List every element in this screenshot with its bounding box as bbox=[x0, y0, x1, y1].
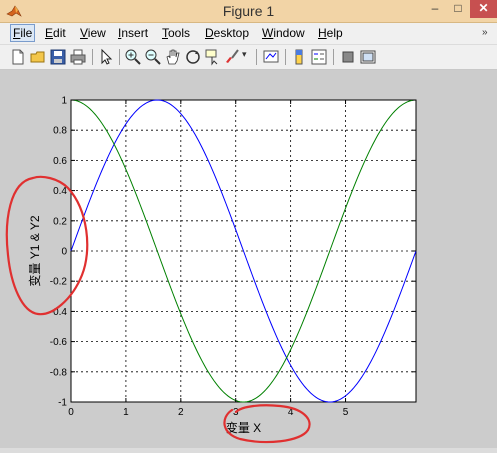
window-title: Figure 1 bbox=[222, 3, 275, 19]
menu-file[interactable]: File bbox=[10, 24, 36, 42]
y-tick-label: 0.6 bbox=[53, 156, 67, 167]
title-bar: Figure 1 – □ ✕ bbox=[0, 0, 497, 23]
menu-file-label: ile bbox=[20, 26, 33, 40]
figure-canvas: 012345 1 0.8 0.6 0.4 0.2 0 -0.2 -0.4 -0.6 -0.8 -1 … bbox=[0, 70, 497, 448]
menu-view[interactable]: View bbox=[80, 26, 106, 40]
show-plot-tools-icon[interactable] bbox=[359, 48, 377, 66]
save-icon[interactable] bbox=[49, 48, 67, 66]
menu-view-mnemonic: V bbox=[80, 26, 88, 40]
x-tick-label: 0 bbox=[68, 407, 74, 418]
brush-icon[interactable] bbox=[224, 48, 242, 66]
menu-desktop-mnemonic: D bbox=[205, 26, 214, 40]
menu-help-label: elp bbox=[326, 26, 343, 40]
menu-tools[interactable]: Tools bbox=[162, 26, 190, 40]
rotate-3d-icon[interactable] bbox=[184, 48, 202, 66]
menu-desktop-label: esktop bbox=[213, 26, 250, 40]
colorbar-icon[interactable] bbox=[290, 48, 308, 66]
menu-window-label: indow bbox=[273, 26, 305, 40]
x-tick-label: 1 bbox=[123, 407, 129, 418]
menu-bar: File Edit View Insert Tools Desktop Wind… bbox=[0, 23, 497, 44]
link-plot-icon[interactable] bbox=[262, 48, 280, 66]
print-icon[interactable] bbox=[69, 48, 87, 66]
y-axis-label: 变量 Y1 & Y2 bbox=[27, 215, 42, 286]
x-tick-label: 2 bbox=[178, 407, 184, 418]
y-tick-label: 1 bbox=[61, 96, 67, 107]
brush-dropdown-chevron-icon[interactable]: ▾ bbox=[242, 49, 250, 67]
toolbar-separator bbox=[92, 49, 93, 65]
menu-help[interactable]: Help bbox=[318, 26, 343, 40]
plot-svg: 012345 10.80.60.40.20-0.2-0.4-0.6-0.8-1 … bbox=[0, 70, 497, 448]
menu-edit-label: dit bbox=[53, 26, 66, 40]
pan-hand-icon[interactable] bbox=[164, 48, 182, 66]
menu-window[interactable]: Window bbox=[262, 26, 305, 40]
select-arrow-icon[interactable] bbox=[97, 48, 115, 66]
hide-plot-tools-icon[interactable] bbox=[339, 48, 357, 66]
x-tick-label: 5 bbox=[343, 407, 349, 418]
menu-view-label: iew bbox=[87, 26, 106, 40]
menu-edit[interactable]: Edit bbox=[45, 26, 66, 40]
menu-tools-label: ools bbox=[168, 26, 191, 40]
y-tick-label: 0.4 bbox=[53, 186, 67, 197]
minimize-button[interactable]: – bbox=[424, 0, 446, 18]
menu-edit-mnemonic: E bbox=[45, 26, 54, 40]
menu-overflow-chevron[interactable]: » bbox=[482, 27, 488, 38]
y-tick-label: -0.2 bbox=[50, 277, 68, 288]
toolbar-separator bbox=[333, 49, 334, 65]
menu-insert-label: nsert bbox=[121, 26, 149, 40]
new-figure-icon[interactable] bbox=[9, 48, 27, 66]
close-button[interactable]: ✕ bbox=[470, 0, 497, 18]
legend-icon[interactable] bbox=[310, 48, 328, 66]
figure-toolbar: ▾ bbox=[0, 45, 497, 70]
menu-help-mnemonic: H bbox=[318, 26, 327, 40]
toolbar-separator bbox=[285, 49, 286, 65]
menu-window-mnemonic: W bbox=[262, 26, 274, 40]
zoom-in-icon[interactable] bbox=[124, 48, 142, 66]
y-tick-label: -0.4 bbox=[50, 307, 68, 318]
menu-insert[interactable]: Insert bbox=[118, 26, 148, 40]
zoom-out-icon[interactable] bbox=[144, 48, 162, 66]
y-tick-label: 0 bbox=[61, 247, 67, 258]
maximize-button[interactable]: □ bbox=[447, 0, 469, 18]
menu-desktop[interactable]: Desktop bbox=[205, 26, 249, 40]
y-tick-label: -1 bbox=[58, 398, 67, 409]
y-tick-label: 0.8 bbox=[53, 126, 67, 137]
toolbar-separator bbox=[256, 49, 257, 65]
data-cursor-icon[interactable] bbox=[204, 48, 222, 66]
y-tick-label: -0.6 bbox=[50, 337, 68, 348]
x-axis-label: 变量 X bbox=[226, 420, 261, 435]
toolbar-separator bbox=[119, 49, 120, 65]
y-tick-label: -0.8 bbox=[50, 367, 68, 378]
y-tick-label: 0.2 bbox=[53, 216, 67, 227]
open-file-icon[interactable] bbox=[29, 48, 47, 66]
